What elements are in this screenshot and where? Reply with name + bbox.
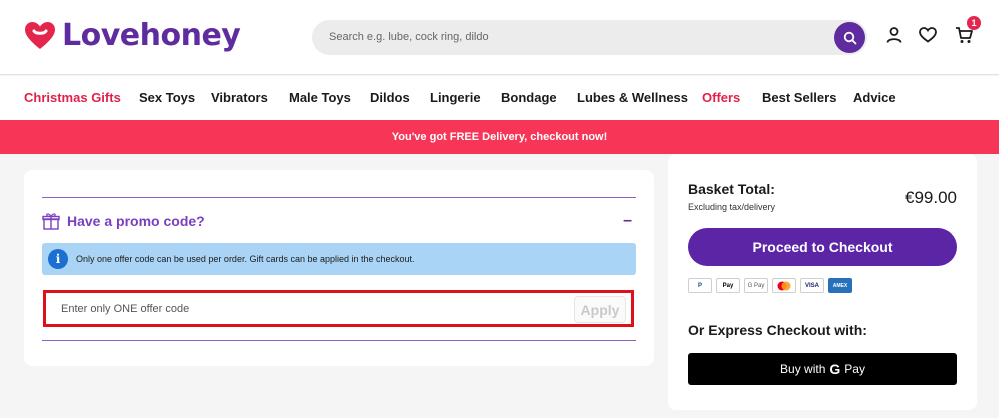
collapse-toggle-button[interactable]: –	[623, 212, 632, 230]
heart-icon	[919, 27, 937, 43]
gpay-prefix: Buy with	[780, 362, 826, 376]
search-bar[interactable]: Search e.g. lube, cock ring, dildo	[312, 20, 867, 55]
logo-text: Lovehoney	[62, 18, 241, 53]
visa-icon: VISA	[800, 278, 824, 293]
payment-methods: P Pay G Pay VISA AMEX	[688, 278, 852, 293]
nav-item-advice[interactable]: Advice	[853, 90, 896, 105]
mastercard-icon	[772, 278, 796, 293]
cart-button[interactable]: 1	[953, 16, 981, 46]
nav-item-best-sellers[interactable]: Best Sellers	[762, 90, 836, 105]
nav-item-vibrators[interactable]: Vibrators	[211, 90, 268, 105]
gpay-suffix: Pay	[844, 362, 865, 376]
free-delivery-banner[interactable]: You've got FREE Delivery, checkout now!	[0, 120, 999, 154]
site-header: Lovehoney Search e.g. lube, cock ring, d…	[0, 0, 999, 75]
user-icon	[886, 27, 902, 43]
proceed-to-checkout-button[interactable]: Proceed to Checkout	[688, 228, 957, 266]
promo-code-input[interactable]: Enter only ONE offer code Apply	[43, 290, 634, 327]
basket-total-amount: €99.00	[905, 188, 957, 207]
nav-item-lingerie[interactable]: Lingerie	[430, 90, 481, 105]
heart-logo-icon	[25, 21, 55, 49]
google-pay-icon: G Pay	[744, 278, 768, 293]
main-nav: Christmas Gifts Sex Toys Vibrators Male …	[0, 76, 999, 120]
search-input[interactable]: Search e.g. lube, cock ring, dildo	[329, 31, 489, 43]
nav-item-sex-toys[interactable]: Sex Toys	[139, 90, 195, 105]
basket-total-label: Basket Total:	[688, 181, 775, 197]
wishlist-button[interactable]	[917, 24, 939, 46]
search-button[interactable]	[834, 22, 865, 53]
gift-icon	[42, 213, 60, 230]
nav-item-offers[interactable]: Offers	[702, 90, 740, 105]
promo-code-title: Have a promo code?	[67, 213, 205, 229]
promo-code-header[interactable]: Have a promo code?	[42, 212, 205, 230]
nav-item-male-toys[interactable]: Male Toys	[289, 90, 351, 105]
divider	[42, 340, 636, 341]
basket-summary: Basket Total: Excluding tax/delivery €99…	[668, 154, 977, 410]
logo[interactable]: Lovehoney	[24, 18, 241, 53]
express-checkout-title: Or Express Checkout with:	[688, 322, 867, 338]
info-notice: i Only one offer code can be used per or…	[42, 243, 636, 275]
paypal-icon: P	[688, 278, 712, 293]
cart-count-badge: 1	[967, 16, 981, 30]
account-button[interactable]	[883, 24, 905, 46]
nav-item-bondage[interactable]: Bondage	[501, 90, 557, 105]
google-g-icon: G	[829, 361, 841, 377]
apple-pay-icon: Pay	[716, 278, 740, 293]
info-notice-text: Only one offer code can be used per orde…	[76, 254, 415, 264]
nav-item-dildos[interactable]: Dildos	[370, 90, 410, 105]
info-icon: i	[48, 249, 68, 269]
promo-code-panel: Have a promo code? – i Only one offer co…	[24, 170, 654, 366]
search-icon	[843, 31, 856, 44]
nav-item-christmas-gifts[interactable]: Christmas Gifts	[24, 90, 121, 105]
banner-text: You've got FREE Delivery, checkout now!	[391, 131, 608, 143]
nav-item-lubes-wellness[interactable]: Lubes & Wellness	[577, 90, 688, 105]
amex-icon: AMEX	[828, 278, 852, 293]
promo-code-placeholder: Enter only ONE offer code	[61, 303, 190, 315]
divider	[42, 197, 636, 198]
tax-note: Excluding tax/delivery	[688, 202, 776, 212]
buy-with-gpay-button[interactable]: Buy with G Pay	[688, 353, 957, 385]
apply-button[interactable]: Apply	[574, 296, 626, 323]
